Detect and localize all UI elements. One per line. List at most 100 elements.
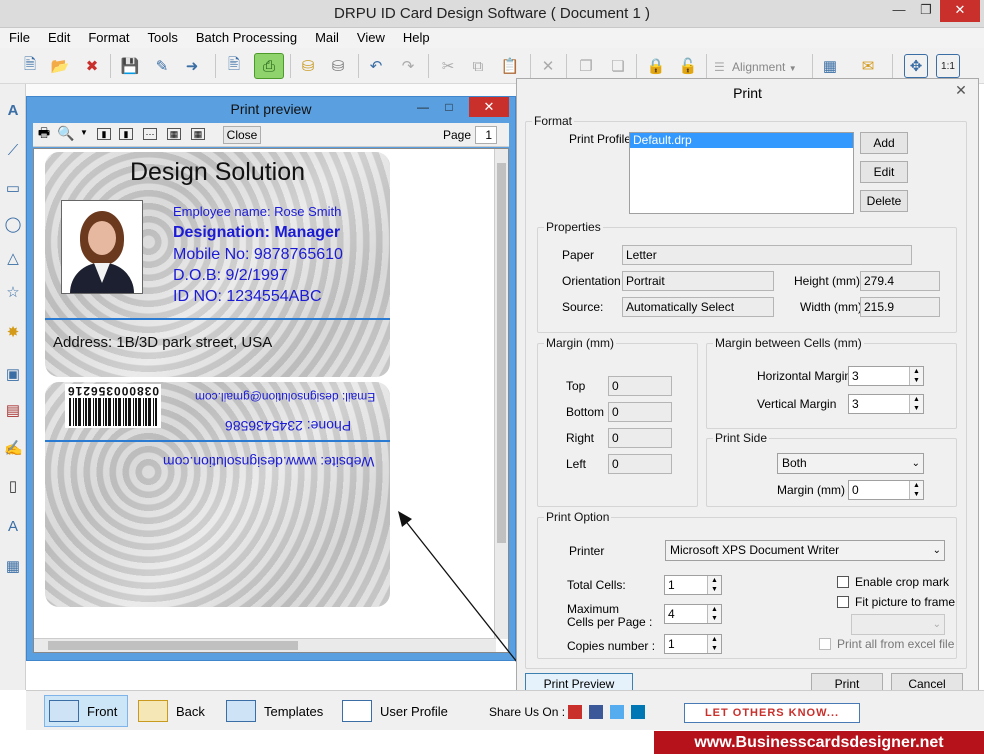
lock-icon[interactable]: 🔒 [644,54,668,78]
spinner-icon[interactable]: ▲ ▼ [909,367,923,385]
triangle-tool-icon[interactable]: △ [4,250,22,268]
export-icon[interactable]: ➜ [180,54,204,78]
database-settings-icon[interactable]: ⛁ [326,54,350,78]
google-plus-icon[interactable] [568,705,582,719]
menu-help[interactable]: Help [394,28,439,45]
excel-checkbox[interactable] [819,638,831,650]
back-tab[interactable]: Back [138,695,218,727]
picture-tool-icon[interactable]: ▦ [4,558,22,576]
print-side-select[interactable]: Both ⌄ [777,453,924,474]
twitter-icon[interactable] [610,705,624,719]
facebook-icon[interactable] [589,705,603,719]
spinner-icon[interactable]: ▲ ▼ [707,605,721,623]
copies-input[interactable]: 1 ▲ ▼ [664,634,722,654]
user-profile-tab[interactable]: User Profile [342,695,452,727]
save-icon[interactable]: 💾 [118,54,142,78]
two-pages-icon[interactable]: ▮ [119,128,133,140]
preview-maximize-button[interactable]: □ [437,97,461,117]
fit-picture-checkbox[interactable] [837,596,849,608]
redo-icon[interactable]: ↷ [396,54,420,78]
horizontal-margin-input[interactable]: 3 ▲ ▼ [848,366,924,386]
page-number-input[interactable]: 1 [475,126,497,144]
menu-batch-processing[interactable]: Batch Processing [187,28,306,45]
menu-format[interactable]: Format [79,28,138,45]
preview-minimize-button[interactable]: — [411,97,435,117]
paste-icon[interactable]: 📋 [498,54,522,78]
menu-file[interactable]: File [0,28,39,45]
spinner-icon[interactable]: ▲ ▼ [909,395,923,413]
close-document-icon[interactable]: ✖ [80,54,104,78]
star-tool-icon[interactable]: ☆ [4,284,22,302]
spinner-icon[interactable]: ▲ ▼ [909,481,923,499]
image-tool-icon[interactable]: ▣ [4,366,22,384]
total-cells-input[interactable]: 1 ▲ ▼ [664,575,722,595]
templates-tab[interactable]: Templates [226,695,336,727]
one-page-icon[interactable]: ▮ [97,128,111,140]
maximize-button[interactable]: ❐ [914,0,938,22]
fit-picture-select[interactable]: ⌄ [851,614,945,635]
text-tool-icon[interactable]: A [4,102,22,120]
crop-mark-checkbox[interactable] [837,576,849,588]
rectangle-tool-icon[interactable]: ▭ [4,180,22,198]
barcode-number: 038000356216 [66,384,160,398]
four-pages-icon[interactable]: ▦ [167,128,181,140]
chevron-down-icon[interactable]: ▼ [77,128,91,140]
side-margin-input[interactable]: 0 ▲ ▼ [848,480,924,500]
signature-tool-icon[interactable]: ✍ [4,440,23,458]
delete-icon[interactable]: ✕ [536,54,560,78]
menu-view[interactable]: View [348,28,394,45]
open-icon[interactable]: 📂 [48,54,72,78]
print-dialog-close-button[interactable]: ✕ [950,81,972,99]
actual-size-icon[interactable]: 1:1 [936,54,960,78]
three-pages-icon[interactable]: ⋯ [143,128,157,140]
word-art-tool-icon[interactable]: A [4,518,22,536]
unlock-icon[interactable]: 🔓 [676,54,700,78]
print-icon[interactable]: ⎙ [254,53,284,79]
menu-mail[interactable]: Mail [306,28,348,45]
database-icon[interactable]: ⛁ [296,54,320,78]
barcode-tool-icon[interactable]: ▯ [4,478,22,496]
ellipse-tool-icon[interactable]: ◯ [4,216,22,234]
front-label: Front [87,703,118,719]
edit-button[interactable]: Edit [860,161,908,183]
ungroup-icon[interactable]: ❏ [606,54,630,78]
minimize-button[interactable]: — [884,0,914,22]
email: Email: designsolution@gmail.com [195,390,376,404]
print-icon[interactable]: 🖶 [37,126,51,140]
vertical-margin-input[interactable]: 3 ▲ ▼ [848,394,924,414]
front-tab[interactable]: Front [44,695,128,727]
preview-close-button[interactable]: ✕ [469,97,509,117]
grid-icon[interactable]: ▦ [818,54,842,78]
print-profile-list[interactable]: Default.drp [629,132,854,214]
delete-button[interactable]: Delete [860,190,908,212]
library-tool-icon[interactable]: ▤ [4,402,22,420]
copy-icon[interactable]: ⧉ [466,54,490,78]
linkedin-icon[interactable] [631,705,645,719]
format-group: Format Print Profile Default.drp Add Edi… [525,114,967,669]
spinner-icon[interactable]: ▲ ▼ [707,576,721,594]
six-pages-icon[interactable]: ▦ [191,128,205,140]
let-others-know-button[interactable]: LET OTHERS KNOW... [684,703,860,723]
vertical-margin-label: Vertical Margin [757,397,837,411]
add-button[interactable]: Add [860,132,908,154]
print-settings-icon[interactable]: 🖹 [222,54,246,78]
fit-to-window-icon[interactable]: ✥ [904,54,928,78]
menu-edit[interactable]: Edit [39,28,79,45]
mail-icon[interactable]: ✉ [856,54,880,78]
printer-select[interactable]: Microsoft XPS Document Writer ⌄ [665,540,945,561]
shapes-tool-icon[interactable]: ✸ [4,324,22,342]
line-tool-icon[interactable]: ⟋ [4,142,22,160]
new-icon[interactable]: 🗎 [18,54,42,78]
menu-tools[interactable]: Tools [139,28,187,45]
preview-close-label-button[interactable]: Close [223,126,261,144]
alignment-dropdown[interactable]: ☰ Alignment ▼ [714,58,808,76]
save-as-icon[interactable]: ✎ [150,54,174,78]
close-button[interactable]: ✕ [940,0,980,22]
cut-icon[interactable]: ✂ [436,54,460,78]
group-icon[interactable]: ❐ [574,54,598,78]
max-cells-input[interactable]: 4 ▲ ▼ [664,604,722,624]
print-profile-item[interactable]: Default.drp [630,133,853,148]
undo-icon[interactable]: ↶ [364,54,388,78]
zoom-icon[interactable]: 🔍 [57,126,74,140]
spinner-icon[interactable]: ▲ ▼ [707,635,721,653]
